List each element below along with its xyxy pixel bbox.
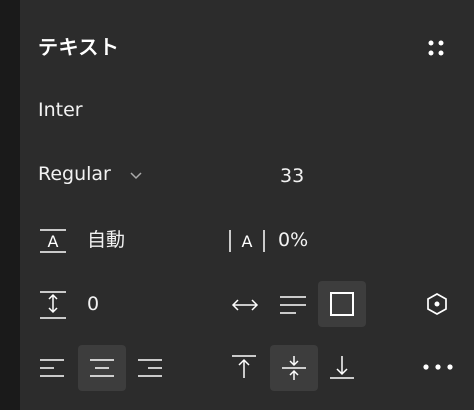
- line-height-input[interactable]: 自動: [87, 231, 125, 250]
- font-family-dropdown[interactable]: Inter: [38, 101, 83, 120]
- align-right-icon[interactable]: [134, 358, 164, 378]
- svg-text:A: A: [242, 232, 253, 251]
- paragraph-spacing-input[interactable]: 0: [87, 295, 99, 314]
- panel-title: テキスト: [38, 35, 120, 59]
- letter-spacing-input[interactable]: 0%: [278, 231, 308, 250]
- align-bottom-icon[interactable]: [328, 354, 356, 380]
- more-icon[interactable]: [422, 362, 454, 372]
- font-size-input[interactable]: 33: [280, 167, 304, 186]
- text-properties-panel: テキスト Inter Regular 33 A 自動 A 0% 0: [20, 0, 474, 410]
- line-height-icon: A: [38, 228, 68, 254]
- align-center-icon: [87, 358, 117, 378]
- align-left-icon[interactable]: [38, 358, 68, 378]
- align-middle-icon: [280, 355, 308, 381]
- auto-width-icon[interactable]: [230, 293, 260, 317]
- font-weight-label: Regular: [38, 163, 111, 185]
- svg-text:A: A: [48, 232, 59, 251]
- auto-height-icon[interactable]: [278, 293, 308, 317]
- chevron-down-icon: [129, 168, 143, 182]
- four-dots-icon[interactable]: [426, 38, 446, 58]
- letter-spacing-icon: A: [228, 228, 266, 254]
- hexagon-settings-icon[interactable]: [425, 292, 449, 316]
- paragraph-spacing-icon: [38, 290, 68, 320]
- align-center-button[interactable]: [78, 345, 126, 391]
- align-middle-button[interactable]: [270, 345, 318, 391]
- fixed-size-icon: [330, 292, 354, 316]
- fixed-size-button[interactable]: [318, 281, 366, 327]
- align-top-icon[interactable]: [230, 354, 258, 380]
